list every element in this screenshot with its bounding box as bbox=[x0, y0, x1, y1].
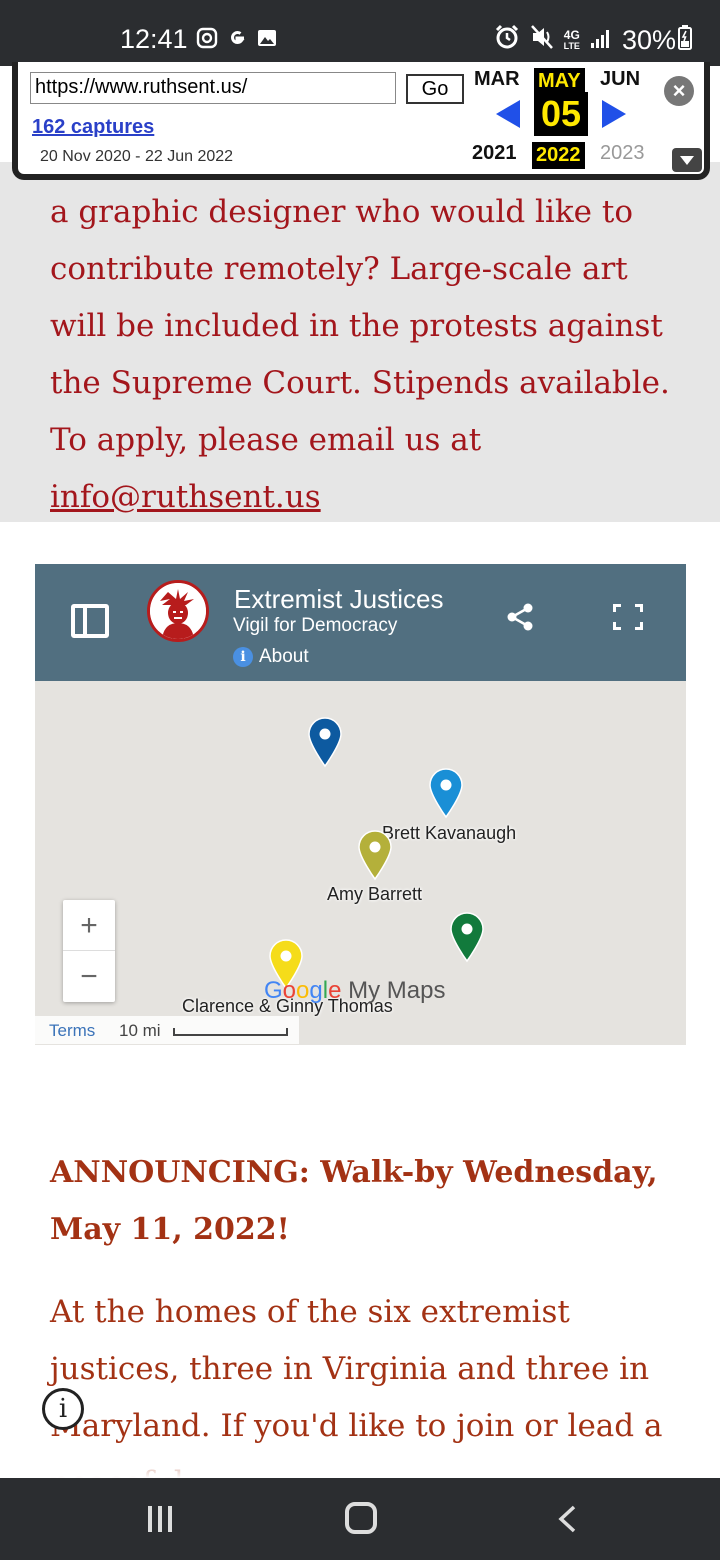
share-icon[interactable] bbox=[505, 602, 535, 637]
wayback-expand-icon[interactable] bbox=[672, 148, 702, 172]
status-system-icons: 4G LTE 30% bbox=[494, 24, 692, 57]
wayback-year-prev[interactable]: 2021 bbox=[472, 142, 517, 165]
alarm-icon bbox=[494, 24, 520, 57]
gallery-icon bbox=[256, 27, 278, 49]
mute-icon bbox=[530, 24, 554, 57]
map-header: Extremist Justices Vigil for Democracy i… bbox=[35, 564, 686, 681]
zoom-in-button[interactable]: + bbox=[63, 900, 115, 951]
map-label-kavanaugh: Brett Kavanaugh bbox=[382, 823, 517, 843]
content-fade bbox=[0, 1448, 720, 1478]
wayback-date-range: 20 Nov 2020 - 22 Jun 2022 bbox=[40, 148, 234, 165]
google-my-maps-logo: Google My Maps bbox=[264, 977, 446, 1004]
wayback-captures-link[interactable]: 162 captures bbox=[32, 116, 154, 139]
map-legend-toggle-icon[interactable] bbox=[71, 604, 109, 638]
wayback-month-current: MAY bbox=[534, 68, 585, 95]
map-pin-4[interactable] bbox=[449, 911, 485, 968]
wayback-toolbar: https://www.ruthsent.us/ Go 162 captures… bbox=[12, 62, 710, 180]
navigation-bar bbox=[0, 1478, 720, 1560]
lte-icon: 4G LTE bbox=[563, 27, 580, 52]
wayback-year-current: 2022 bbox=[532, 142, 585, 169]
intro-section: a graphic designer who would like to con… bbox=[0, 162, 720, 522]
google-icon bbox=[226, 27, 248, 49]
wayback-day: 05 bbox=[534, 92, 588, 136]
statue-of-liberty-logo-icon bbox=[147, 580, 209, 642]
email-link[interactable]: info@ruthsent.us bbox=[50, 479, 321, 515]
status-time: 12:41 bbox=[120, 24, 188, 54]
wayback-month-prev[interactable]: MAR bbox=[474, 68, 520, 91]
recent-apps-icon[interactable] bbox=[146, 1504, 174, 1534]
battery-percent: 30% bbox=[621, 25, 676, 55]
network-type: 4G bbox=[563, 27, 580, 42]
wayback-year-next[interactable]: 2023 bbox=[600, 142, 645, 165]
map-subtitle: Vigil for Democracy bbox=[233, 615, 398, 636]
map-scale-bar bbox=[173, 1028, 288, 1036]
map-pin-barrett[interactable] bbox=[357, 829, 393, 886]
map-zoom-controls: + − bbox=[63, 900, 115, 1002]
wayback-next-arrow[interactable] bbox=[602, 100, 626, 128]
wayback-month-next[interactable]: JUN bbox=[600, 68, 640, 91]
back-icon[interactable] bbox=[556, 1504, 578, 1534]
info-button-icon[interactable]: i bbox=[42, 1388, 84, 1430]
network-sub: LTE bbox=[563, 40, 580, 51]
signal-icon bbox=[590, 25, 612, 56]
wayback-prev-arrow[interactable] bbox=[496, 100, 520, 128]
map-scale-label: 10 mi bbox=[119, 1021, 161, 1040]
wayback-go-button[interactable]: Go bbox=[406, 74, 464, 104]
announcement-heading: ANNOUNCING: Walk-by Wednesday, May 11, 2… bbox=[50, 1155, 658, 1247]
home-icon[interactable] bbox=[345, 1502, 377, 1534]
wayback-url-input[interactable]: https://www.ruthsent.us/ bbox=[30, 72, 396, 104]
map-about-link[interactable]: i About bbox=[233, 646, 309, 668]
map-pin-kavanaugh[interactable] bbox=[428, 767, 464, 824]
map-label-barrett: Amy Barrett bbox=[327, 884, 423, 904]
map-about-label: About bbox=[259, 646, 309, 667]
status-notification-icons bbox=[196, 27, 278, 49]
map-footer: Terms 10 mi bbox=[35, 1016, 299, 1044]
info-icon: i bbox=[233, 647, 253, 667]
intro-paragraph: a graphic designer who would like to con… bbox=[50, 194, 670, 458]
map-pin-1[interactable] bbox=[307, 716, 343, 773]
battery-icon bbox=[678, 24, 692, 57]
map-terms-link[interactable]: Terms bbox=[49, 1021, 95, 1041]
fullscreen-icon[interactable] bbox=[613, 604, 643, 630]
intro-text: a graphic designer who would like to con… bbox=[50, 184, 690, 526]
instagram-icon bbox=[196, 27, 218, 49]
wayback-close-icon[interactable]: × bbox=[664, 76, 694, 106]
status-bar: 12:41 4G LTE 30% bbox=[0, 0, 720, 66]
map-embed: Extremist Justices Vigil for Democracy i… bbox=[35, 564, 686, 1045]
zoom-out-button[interactable]: − bbox=[63, 951, 115, 1002]
map-title: Extremist Justices bbox=[234, 584, 444, 614]
map-canvas[interactable]: Brett Kavanaugh Amy Barrett Clarence & G… bbox=[35, 681, 686, 1045]
